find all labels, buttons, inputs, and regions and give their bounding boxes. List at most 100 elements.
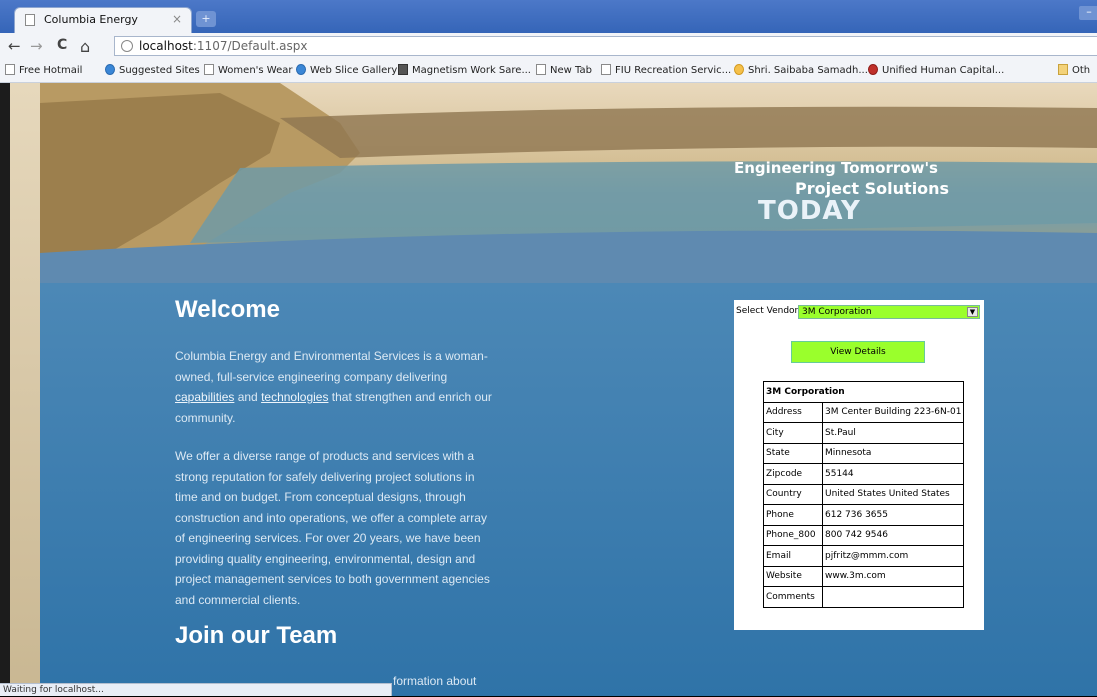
table-row: Comments — [763, 586, 965, 608]
field-label: City — [763, 422, 823, 444]
browser-tab[interactable]: Columbia Energy × — [14, 7, 192, 33]
intro-paragraph: Columbia Energy and Environmental Servic… — [175, 346, 495, 428]
bookmark-label: Women's Wear — [218, 65, 293, 76]
vendor-details-table: 3M Corporation Address 3M Center Building… — [762, 381, 965, 608]
page-viewport: Engineering Tomorrow's Project Solutions… — [0, 83, 1097, 696]
vendor-select-value: 3M Corporation — [802, 307, 872, 317]
select-vendor-label: Select Vendor — [736, 306, 799, 316]
page-icon — [25, 14, 35, 26]
field-label: Phone — [763, 504, 823, 526]
banner-tagline-3: TODAY — [758, 196, 861, 226]
table-row: City St.Paul — [763, 422, 965, 444]
bookmark-label: Free Hotmail — [19, 65, 83, 76]
url-host: localhost — [139, 39, 193, 53]
bookmark-item[interactable]: Unified Human Capital... — [868, 64, 1004, 76]
bookmark-label: Web Slice Gallery — [310, 65, 398, 76]
close-tab-icon[interactable]: × — [172, 12, 182, 26]
vendor-select[interactable]: 3M Corporation ▼ — [798, 305, 980, 319]
bookmark-item[interactable]: Suggested Sites — [105, 64, 200, 76]
folder-icon — [1058, 64, 1068, 75]
site-icon — [398, 64, 408, 75]
field-label: Comments — [763, 586, 823, 608]
reload-icon[interactable]: C — [57, 37, 67, 53]
table-row: Email pjfritz@mmm.com — [763, 545, 965, 567]
bookmark-label: Unified Human Capital... — [882, 65, 1005, 76]
technologies-link[interactable]: technologies — [261, 390, 328, 404]
welcome-heading: Welcome — [175, 296, 280, 323]
bookmark-item[interactable]: Free Hotmail — [5, 64, 82, 76]
field-label: State — [763, 442, 823, 464]
services-paragraph: We offer a diverse range of products and… — [175, 449, 490, 607]
page-icon — [5, 64, 15, 75]
field-label: Country — [763, 483, 823, 505]
table-row: Phone 612 736 3655 — [763, 504, 965, 526]
header-banner: Engineering Tomorrow's Project Solutions… — [40, 83, 1097, 283]
address-bar[interactable]: localhost:1107/Default.aspx — [114, 36, 1097, 56]
browser-status-bar: Waiting for localhost... — [0, 683, 392, 696]
main-content: Welcome Columbia Energy and Environmenta… — [40, 283, 1097, 696]
view-details-button[interactable]: View Details — [791, 341, 925, 363]
bookmark-item[interactable]: Women's Wear — [204, 64, 292, 76]
bookmark-item[interactable]: Magnetism Work Sare... — [398, 64, 531, 76]
bookmark-item[interactable]: Web Slice Gallery — [296, 64, 397, 76]
table-row: Country United States United States — [763, 483, 965, 505]
page-icon — [536, 64, 546, 75]
field-value — [821, 586, 965, 608]
table-row: Phone_800 800 742 9546 — [763, 524, 965, 546]
page-icon — [601, 64, 611, 75]
intro-text: and — [234, 390, 262, 404]
field-value: 800 742 9546 — [821, 524, 965, 546]
table-row: State Minnesota — [763, 442, 965, 464]
home-icon[interactable]: ⌂ — [80, 37, 90, 56]
page-side-strip — [10, 83, 40, 696]
field-label: Address — [763, 401, 823, 423]
field-label: Email — [763, 545, 823, 567]
table-header-row: 3M Corporation — [762, 381, 965, 403]
page-icon — [204, 64, 214, 75]
back-icon[interactable]: ← — [8, 37, 21, 55]
browser-titlebar: Columbia Energy × + – — [0, 0, 1097, 33]
ie-icon — [105, 64, 115, 75]
field-value: pjfritz@mmm.com — [821, 545, 965, 567]
url-text: localhost:1107/Default.aspx — [139, 39, 307, 53]
bookmark-label: Shri. Saibaba Samadh... — [748, 65, 868, 76]
intro-text: Columbia Energy and Environmental Servic… — [175, 349, 488, 384]
field-value: Minnesota — [821, 442, 965, 464]
minimize-button[interactable]: – — [1079, 6, 1097, 20]
bookmark-item[interactable]: New Tab — [536, 64, 592, 76]
field-value: www.3m.com — [821, 565, 965, 587]
field-label: Zipcode — [763, 463, 823, 485]
field-value: 55144 — [821, 463, 965, 485]
bookmarks-bar: Free Hotmail Suggested Sites Women's Wea… — [0, 59, 1097, 83]
url-path: :1107/Default.aspx — [192, 39, 308, 53]
field-value: St.Paul — [821, 422, 965, 444]
join-text: formation about — [393, 674, 477, 688]
site-icon — [868, 64, 878, 75]
field-label: Phone_800 — [763, 524, 823, 546]
tab-title: Columbia Energy — [44, 13, 138, 26]
bookmark-item[interactable]: Shri. Saibaba Samadh... — [734, 64, 868, 76]
table-row: Website www.3m.com — [763, 565, 965, 587]
join-heading: Join our Team — [175, 622, 338, 649]
window-edge — [0, 83, 10, 696]
field-value: 3M Center Building 223-6N-01 — [821, 401, 965, 423]
bookmark-folder[interactable]: Oth — [1058, 64, 1090, 76]
browser-navbar: ← → C ⌂ localhost:1107/Default.aspx — [0, 33, 1097, 59]
banner-tagline-1: Engineering Tomorrow's — [734, 159, 938, 177]
new-tab-button[interactable]: + — [196, 11, 216, 27]
bookmark-label: FIU Recreation Servic... — [615, 65, 732, 76]
table-row: Zipcode 55144 — [763, 463, 965, 485]
chevron-down-icon[interactable]: ▼ — [967, 307, 978, 317]
forward-icon[interactable]: → — [30, 37, 43, 55]
capabilities-link[interactable]: capabilities — [175, 390, 234, 404]
ie-icon — [296, 64, 306, 75]
bookmark-label: Suggested Sites — [119, 65, 200, 76]
field-label: Website — [763, 565, 823, 587]
bookmark-label: New Tab — [550, 65, 592, 76]
vendor-name-header: 3M Corporation — [762, 381, 965, 403]
bookmark-label: Oth — [1072, 65, 1091, 76]
vendor-panel: Select Vendor 3M Corporation ▼ View Deta… — [734, 300, 984, 630]
site-icon — [734, 64, 744, 75]
bookmark-label: Magnetism Work Sare... — [412, 65, 531, 76]
bookmark-item[interactable]: FIU Recreation Servic... — [601, 64, 731, 76]
